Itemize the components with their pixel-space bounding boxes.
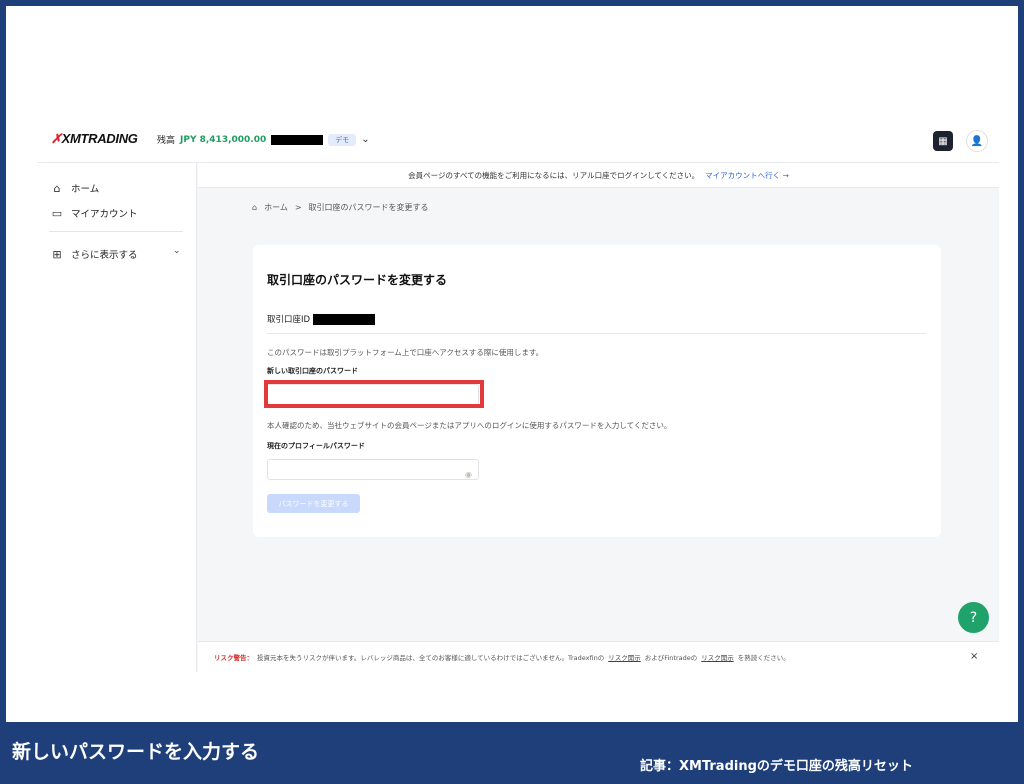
new-password-label: 新しい取引口座のパスワード <box>267 367 358 375</box>
redacted-account-id <box>313 313 376 325</box>
balance-label: 残高 <box>157 136 176 146</box>
chevron-down-icon[interactable]: ⌄ <box>361 134 369 145</box>
risk-text-1: 投資元本を失うリスクが伴います。レバレッジ商品は、全てのお客様に適しているわけで… <box>257 654 605 662</box>
sidebar: ⌂ ホーム ▭ マイアカウント ⊞ さらに表示する ⌄ <box>37 163 197 672</box>
home-icon[interactable]: ⌂ <box>252 203 257 212</box>
sidebar-item-label: ホーム <box>71 184 100 195</box>
sidebar-item-home[interactable]: ⌂ ホーム <box>51 181 100 196</box>
article-title: 記事：XMTradingのデモ口座の残高リセット <box>640 759 913 774</box>
current-password-input[interactable] <box>267 459 479 480</box>
verify-description: 本人確認のため、当社ウェブサイトの会員ページまたはアプリへのログインに使用するパ… <box>267 421 672 430</box>
logo-text: XMTRADING <box>61 131 138 146</box>
sidebar-item-more[interactable]: ⊞ さらに表示する <box>51 247 138 262</box>
sidebar-item-label: さらに表示する <box>71 250 138 261</box>
change-password-card: 取引口座のパスワードを変更する 取引口座ID このパスワードは取引プラットフォー… <box>253 245 941 537</box>
my-account-link[interactable]: マイアカウントへ行く → <box>705 170 789 181</box>
caption-title: 新しいパスワードを入力する <box>12 741 260 763</box>
xmtrading-logo[interactable]: ✗XMTRADING <box>51 131 138 147</box>
grid-icon: ⊞ <box>52 247 62 261</box>
real-account-notice: 会員ページのすべての機能をご利用になるには、リアル口座でログインしてください。 … <box>198 163 999 188</box>
risk-disclosure-link-1[interactable]: リスク開示 <box>608 652 641 662</box>
risk-disclosure-link-2[interactable]: リスク開示 <box>701 652 734 662</box>
top-bar: ✗XMTRADING 残高 JPY 8,413,000.00 デモ ⌄ ▦ 👤 <box>37 116 999 163</box>
page-title: 取引口座のパスワードを変更する <box>267 273 448 287</box>
logo-mark-icon: ✗ <box>51 131 62 146</box>
risk-text-2: およびFintradeの <box>644 654 698 662</box>
user-icon: 👤 <box>970 135 984 147</box>
risk-warning-bar: リスク警告： 投資元本を失うリスクが伴います。レバレッジ商品は、全てのお客様に適… <box>198 641 999 672</box>
qr-code-button[interactable]: ▦ <box>933 131 953 151</box>
breadcrumb-home[interactable]: ホーム <box>264 202 288 213</box>
account-id-row: 取引口座ID <box>267 313 376 325</box>
divider <box>267 333 927 334</box>
white-frame: ✗XMTRADING 残高 JPY 8,413,000.00 デモ ⌄ ▦ 👤 … <box>6 6 1018 722</box>
qr-icon: ▦ <box>938 135 948 147</box>
balance-amount: JPY 8,413,000.00 <box>180 134 267 145</box>
help-icon: ? <box>969 609 978 626</box>
redacted-account <box>271 134 324 145</box>
home-icon: ⌂ <box>53 181 61 195</box>
eye-icon[interactable]: ◉ <box>465 470 472 479</box>
chevron-down-icon[interactable]: ⌄ <box>173 246 181 256</box>
profile-button[interactable]: 👤 <box>966 130 988 152</box>
sidebar-item-label: マイアカウント <box>71 209 138 220</box>
breadcrumb-current: 取引口座のパスワードを変更する <box>308 203 429 212</box>
current-password-label: 現在のプロフィールパスワード <box>267 442 365 450</box>
help-button[interactable]: ? <box>958 602 989 633</box>
breadcrumb-separator: > <box>294 203 302 212</box>
risk-text-3: を熟読ください。 <box>737 654 790 662</box>
balance-display[interactable]: 残高 JPY 8,413,000.00 デモ ⌄ <box>157 133 370 146</box>
sidebar-item-my-account[interactable]: ▭ マイアカウント <box>51 206 138 221</box>
sidebar-divider <box>49 231 183 232</box>
card-icon: ▭ <box>51 206 63 220</box>
password-description: このパスワードは取引プラットフォーム上で口座へアクセスする際に使用します。 <box>267 348 544 357</box>
notice-text: 会員ページのすべての機能をご利用になるには、リアル口座でログインしてください。 <box>408 170 700 180</box>
change-password-button[interactable]: パスワードを変更する <box>267 494 360 513</box>
xm-members-page: ✗XMTRADING 残高 JPY 8,413,000.00 デモ ⌄ ▦ 👤 … <box>37 116 999 672</box>
highlight-box <box>264 380 484 408</box>
risk-warning-label: リスク警告： <box>214 654 253 662</box>
breadcrumb: ⌂ ホーム > 取引口座のパスワードを変更する <box>252 202 429 213</box>
account-id-label: 取引口座ID <box>267 315 311 325</box>
demo-badge: デモ <box>328 133 357 146</box>
close-icon[interactable]: × <box>970 651 978 662</box>
